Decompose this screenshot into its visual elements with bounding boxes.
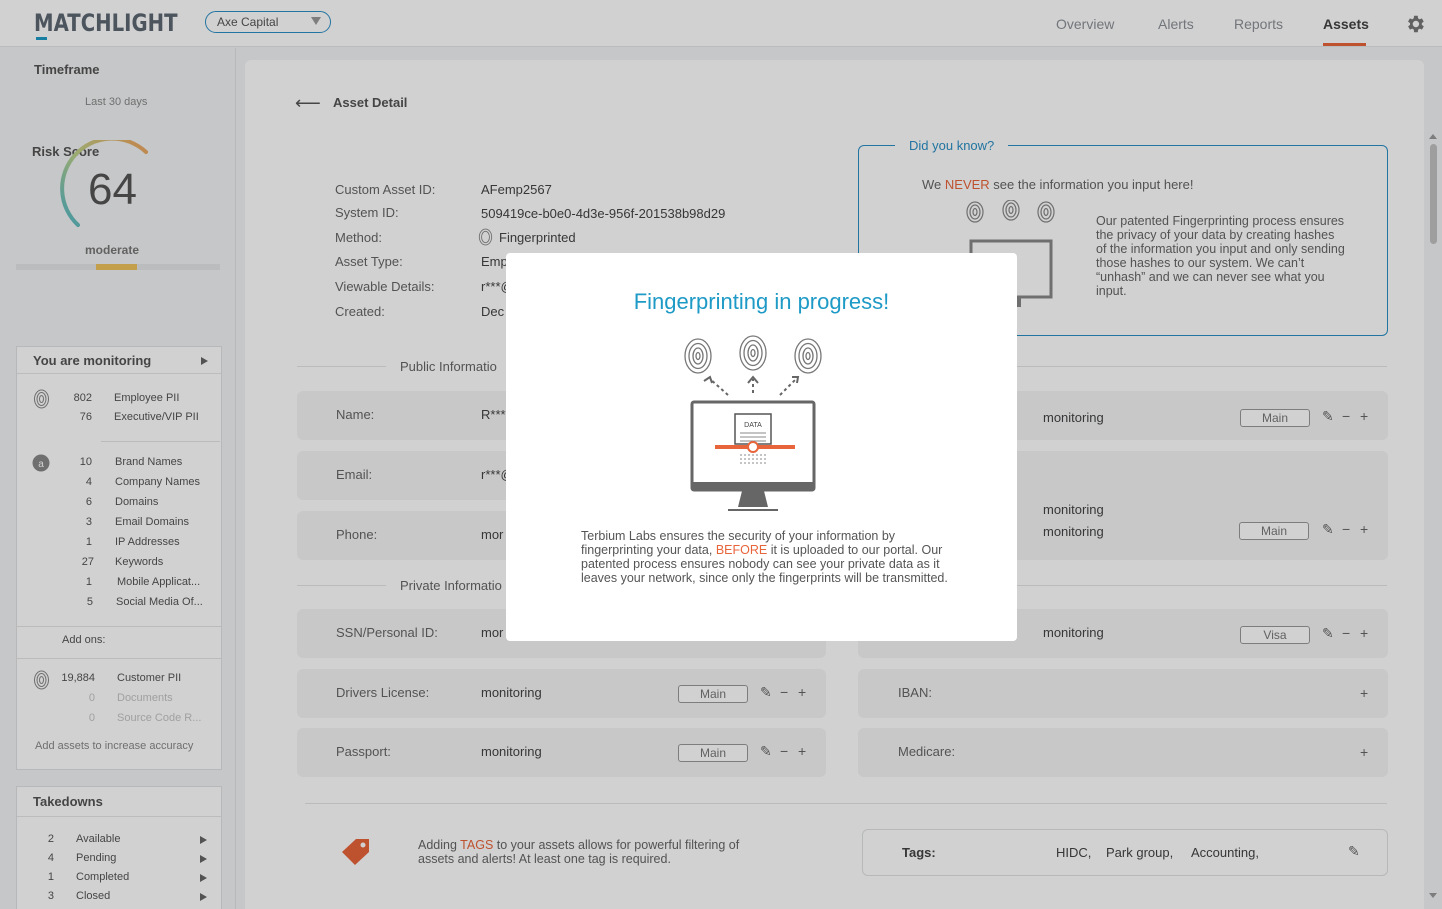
- fingerprint-upload-illustration: DATA: [684, 335, 822, 511]
- modal-body: Terbium Labs ensures the security of you…: [581, 529, 948, 585]
- screen-data-label: DATA: [744, 422, 762, 429]
- modal-title: Fingerprinting in progress!: [633, 289, 890, 314]
- fingerprinting-modal: Fingerprinting in progress! DATA Terbium…: [506, 253, 1017, 641]
